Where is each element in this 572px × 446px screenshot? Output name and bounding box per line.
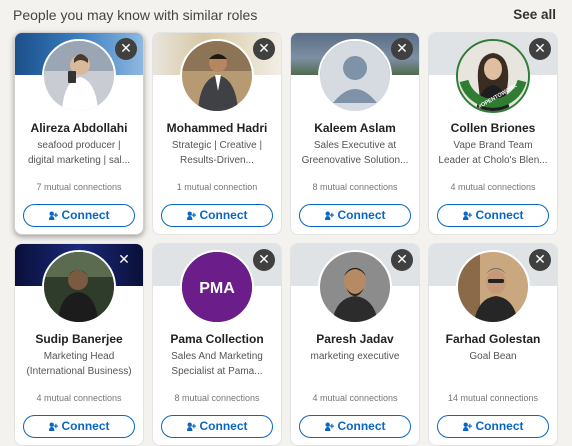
person-card[interactable]: ✕ Farhad Golestan Goal Bean 14 mutual co… <box>428 243 558 446</box>
person-card[interactable]: ✕ Sudip Banerjee Marketing Head (Interna… <box>14 243 144 446</box>
headline-line: digital marketing | sal... <box>27 155 131 166</box>
connect-button[interactable]: Connect <box>299 204 411 227</box>
close-icon: ✕ <box>534 252 546 268</box>
close-icon: ✕ <box>396 41 408 57</box>
person-headline: Strategic | Creative | Results-Driven... <box>161 138 273 168</box>
mutual-connections[interactable]: 1 mutual connection <box>157 182 277 192</box>
person-card[interactable]: ✕ Paresh Jadav marketing executive 4 mut… <box>290 243 420 446</box>
add-person-icon <box>48 211 58 220</box>
dismiss-button[interactable]: ✕ <box>529 249 551 271</box>
mutual-connections[interactable]: 4 mutual connections <box>19 393 139 403</box>
connect-button[interactable]: Connect <box>161 204 273 227</box>
close-icon: ✕ <box>118 252 130 268</box>
person-headline: Sales And Marketing Specialist at Pama..… <box>161 349 273 379</box>
connect-button[interactable]: Connect <box>437 415 549 438</box>
headline-line: Leader at Cholo's Blen... <box>438 155 548 166</box>
dismiss-button[interactable]: ✕ <box>115 38 137 60</box>
dismiss-button[interactable]: ✕ <box>391 249 413 271</box>
connect-button[interactable]: Connect <box>299 415 411 438</box>
avatar: #OPENTOWORK <box>456 39 530 113</box>
add-person-icon <box>462 422 472 431</box>
dismiss-button[interactable]: ✕ <box>113 249 135 271</box>
section-title: People you may know with similar roles <box>13 7 258 23</box>
pama-logo-text: PMA <box>199 280 235 297</box>
person-name[interactable]: Sudip Banerjee <box>19 332 139 346</box>
mutual-connections[interactable]: 8 mutual connections <box>295 182 415 192</box>
section-header: People you may know with similar roles S… <box>0 0 572 30</box>
connect-label: Connect <box>475 419 524 433</box>
avatar <box>180 39 254 113</box>
close-icon: ✕ <box>120 41 132 57</box>
headline-line: marketing executive <box>310 351 400 362</box>
headline-line: Sales Executive at <box>313 140 397 151</box>
person-card[interactable]: PMA ✕ Pama Collection Sales And Marketin… <box>152 243 282 446</box>
mutual-connections[interactable]: 4 mutual connections <box>433 182 553 192</box>
person-card[interactable]: ✕ Alireza Abdollahi seafood producer | d… <box>14 32 144 235</box>
headline-line: Results-Driven... <box>180 155 254 166</box>
person-name[interactable]: Pama Collection <box>157 332 277 346</box>
avatar <box>318 250 392 324</box>
person-headline: Goal Bean <box>437 349 549 364</box>
person-name[interactable]: Farhad Golestan <box>433 332 553 346</box>
connect-label: Connect <box>61 419 110 433</box>
person-name[interactable]: Collen Briones <box>433 121 553 135</box>
headline-line: seafood producer | <box>37 140 121 151</box>
avatar <box>318 39 392 113</box>
dismiss-button[interactable]: ✕ <box>253 38 275 60</box>
dismiss-button[interactable]: ✕ <box>391 38 413 60</box>
connect-label: Connect <box>199 208 248 222</box>
person-headline: seafood producer | digital marketing | s… <box>23 138 135 168</box>
connect-label: Connect <box>199 419 248 433</box>
avatar: PMA <box>180 250 254 324</box>
add-person-icon <box>186 211 196 220</box>
headline-line: Strategic | Creative | <box>171 140 263 151</box>
connect-button[interactable]: Connect <box>23 415 135 438</box>
person-name[interactable]: Kaleem Aslam <box>295 121 415 135</box>
person-card[interactable]: #OPENTOWORK ✕ Collen Briones Vape Brand … <box>428 32 558 235</box>
person-headline: Marketing Head (International Business) <box>23 349 135 379</box>
headline-line: (International Business) <box>26 366 132 377</box>
person-headline: Sales Executive at Greenovative Solution… <box>299 138 411 168</box>
connect-button[interactable]: Connect <box>437 204 549 227</box>
close-icon: ✕ <box>258 41 270 57</box>
add-person-icon <box>324 211 334 220</box>
connect-label: Connect <box>61 208 110 222</box>
add-person-icon <box>462 211 472 220</box>
add-person-icon <box>186 422 196 431</box>
connect-label: Connect <box>475 208 524 222</box>
mutual-connections[interactable]: 14 mutual connections <box>433 393 553 403</box>
connect-label: Connect <box>337 419 386 433</box>
person-name[interactable]: Alireza Abdollahi <box>19 121 139 135</box>
close-icon: ✕ <box>396 252 408 268</box>
person-card[interactable]: ✕ Kaleem Aslam Sales Executive at Greeno… <box>290 32 420 235</box>
headline-line: Vape Brand Team <box>453 140 533 151</box>
headline-line: Goal Bean <box>469 351 517 362</box>
avatar <box>456 250 530 324</box>
mutual-connections[interactable]: 7 mutual connections <box>19 182 139 192</box>
see-all-link[interactable]: See all <box>513 7 556 22</box>
person-name[interactable]: Mohammed Hadri <box>157 121 277 135</box>
close-icon: ✕ <box>534 41 546 57</box>
person-headline: Vape Brand Team Leader at Cholo's Blen..… <box>437 138 549 168</box>
add-person-icon <box>48 422 58 431</box>
add-person-icon <box>324 422 334 431</box>
person-headline: marketing executive <box>299 349 411 364</box>
connect-label: Connect <box>337 208 386 222</box>
headline-line: Marketing Head <box>43 351 115 362</box>
dismiss-button[interactable]: ✕ <box>253 249 275 271</box>
connect-button[interactable]: Connect <box>161 415 273 438</box>
headline-line: Specialist at Pama... <box>171 366 263 377</box>
person-card[interactable]: ✕ Mohammed Hadri Strategic | Creative | … <box>152 32 282 235</box>
mutual-connections[interactable]: 4 mutual connections <box>295 393 415 403</box>
connect-button[interactable]: Connect <box>23 204 135 227</box>
headline-line: Sales And Marketing <box>171 351 263 362</box>
avatar <box>42 250 116 324</box>
avatar <box>42 39 116 113</box>
headline-line: Greenovative Solution... <box>301 155 409 166</box>
person-name[interactable]: Paresh Jadav <box>295 332 415 346</box>
dismiss-button[interactable]: ✕ <box>529 38 551 60</box>
close-icon: ✕ <box>258 252 270 268</box>
mutual-connections[interactable]: 8 mutual connections <box>157 393 277 403</box>
